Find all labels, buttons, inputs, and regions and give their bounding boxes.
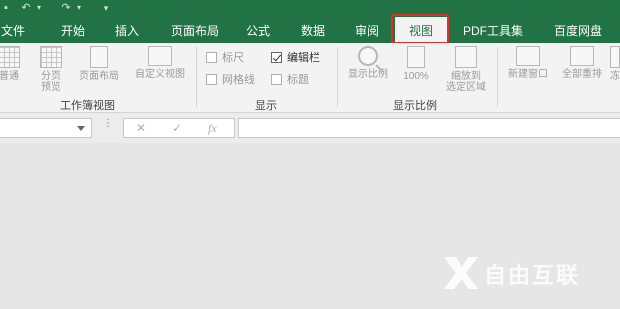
- formula-bar-row: ⋮ ✕ ✓ fx: [0, 113, 620, 143]
- formula-input[interactable]: [238, 118, 620, 138]
- ruler-checkbox-box: [206, 52, 217, 63]
- arrange-all-icon: [570, 46, 594, 66]
- zoom-100-button[interactable]: 100%: [398, 43, 434, 82]
- tab-data[interactable]: 数据: [295, 17, 331, 43]
- new-window-label: 新建窗口: [508, 69, 548, 80]
- ribbon-tabs: 文件 开始 插入 页面布局 公式 数据 审阅 视图 PDF工具集 百度网盘: [0, 17, 620, 43]
- arrange-all-label: 全部重排: [562, 69, 602, 80]
- freeze-panes-icon: [610, 46, 620, 68]
- tab-home[interactable]: 开始: [55, 17, 91, 43]
- name-box[interactable]: [0, 118, 92, 138]
- normal-view-label: 普通: [0, 71, 19, 82]
- tab-review[interactable]: 审阅: [349, 17, 385, 43]
- highlight-frame: [391, 14, 449, 44]
- zoom-100-label: 100%: [403, 71, 429, 82]
- insert-function-icon[interactable]: fx: [208, 121, 217, 136]
- tab-page-layout[interactable]: 页面布局: [164, 17, 226, 43]
- page-layout-view-button[interactable]: 页面布局: [74, 43, 124, 82]
- zoom-to-selection-label: 缩放到 选定区域: [446, 71, 486, 93]
- save-icon[interactable]: ▪: [0, 2, 12, 14]
- cancel-icon[interactable]: ✕: [136, 121, 146, 135]
- custom-views-label: 自定义视图: [135, 69, 185, 80]
- formula-buttons: ✕ ✓ fx: [123, 118, 235, 138]
- page-layout-icon: [90, 46, 108, 68]
- page-layout-label: 页面布局: [79, 71, 119, 82]
- custom-views-button[interactable]: 自定义视图: [128, 43, 192, 80]
- tab-baidu-disk[interactable]: 百度网盘: [548, 17, 608, 43]
- formula-bar-checkbox[interactable]: 编辑栏: [271, 52, 320, 64]
- undo-dropdown-icon[interactable]: ▾: [33, 2, 45, 14]
- tab-formulas[interactable]: 公式: [240, 17, 276, 43]
- ruler-label: 标尺: [222, 52, 244, 64]
- zoom-to-selection-button[interactable]: 缩放到 选定区域: [440, 43, 492, 93]
- name-box-dropdown-icon[interactable]: [77, 126, 85, 131]
- zoom-100-icon: [407, 46, 425, 68]
- formula-bar-checkbox-box: [271, 52, 282, 63]
- new-window-icon: [516, 46, 540, 66]
- tab-pdf-tools[interactable]: PDF工具集: [460, 17, 526, 43]
- headings-checkbox[interactable]: 标题: [271, 74, 309, 86]
- tab-insert[interactable]: 插入: [109, 17, 145, 43]
- tab-file[interactable]: 文件: [0, 17, 28, 43]
- separator: [196, 47, 197, 107]
- custom-views-icon: [148, 46, 172, 66]
- redo-icon[interactable]: ↷: [60, 2, 72, 14]
- show-group-label: 显示: [255, 100, 277, 112]
- gridlines-checkbox-box: [206, 74, 217, 85]
- separator: [337, 47, 338, 107]
- zoom-to-selection-icon: [455, 46, 477, 68]
- ribbon-view: 普通 分页 预览 页面布局 自定义视图 工作簿视图 标尺 编辑栏 网格线 标题 …: [0, 43, 620, 113]
- separator: [497, 47, 498, 107]
- page-break-label: 分页 预览: [41, 71, 61, 93]
- freeze-panes-button[interactable]: 冻: [610, 43, 620, 82]
- formula-bar-label: 编辑栏: [287, 52, 320, 64]
- arrange-all-button[interactable]: 全部重排: [556, 43, 608, 80]
- workbook-views-group-label: 工作簿视图: [60, 100, 115, 112]
- page-break-icon: [40, 46, 62, 68]
- customize-qat-icon[interactable]: ▾: [100, 2, 112, 14]
- resize-handle-icon[interactable]: ⋮: [103, 119, 113, 129]
- watermark-logo-icon: [444, 257, 478, 289]
- normal-view-button[interactable]: 普通: [0, 43, 26, 82]
- gridlines-checkbox[interactable]: 网格线: [206, 74, 255, 86]
- title-bar: ▪ ↶ ▾ ↷ ▾ ▾: [0, 0, 620, 17]
- gridlines-label: 网格线: [222, 74, 255, 86]
- freeze-panes-label: 冻: [610, 71, 620, 82]
- zoom-button[interactable]: 显示比例: [342, 43, 394, 80]
- enter-icon[interactable]: ✓: [172, 121, 182, 135]
- zoom-label: 显示比例: [348, 69, 388, 80]
- magnifier-icon: [358, 46, 378, 66]
- ruler-checkbox[interactable]: 标尺: [206, 52, 244, 64]
- redo-dropdown-icon[interactable]: ▾: [73, 2, 85, 14]
- zoom-group-label: 显示比例: [393, 100, 437, 112]
- headings-checkbox-box: [271, 74, 282, 85]
- undo-icon[interactable]: ↶: [20, 2, 32, 14]
- normal-view-icon: [0, 46, 20, 68]
- watermark-text: 自由互联: [484, 263, 581, 288]
- headings-label: 标题: [287, 74, 309, 86]
- new-window-button[interactable]: 新建窗口: [502, 43, 554, 80]
- page-break-preview-button[interactable]: 分页 预览: [34, 43, 68, 93]
